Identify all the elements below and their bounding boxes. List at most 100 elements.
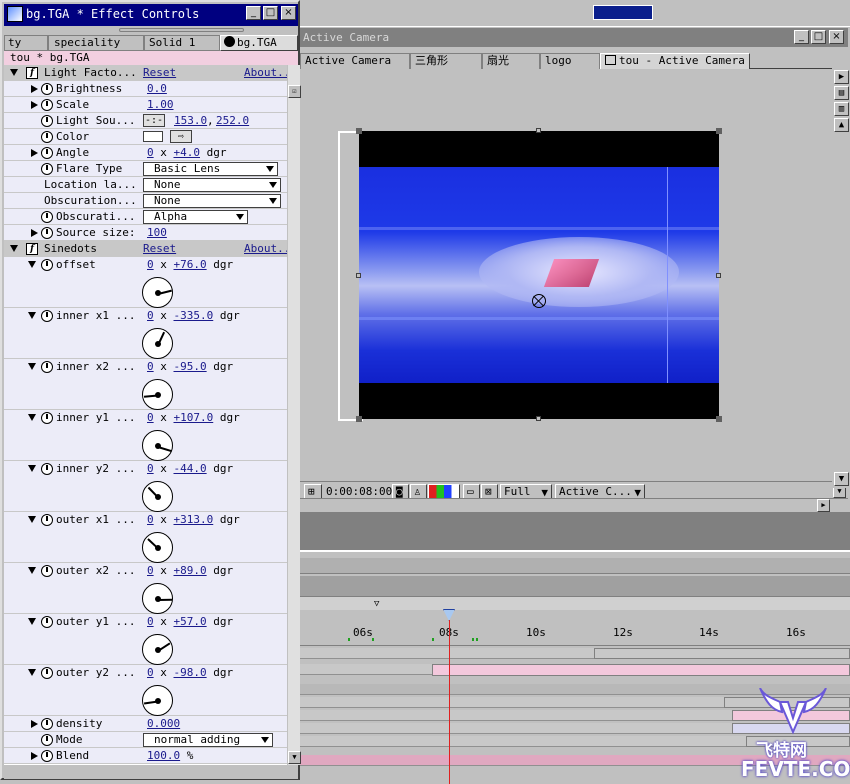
- layer-bar[interactable]: [594, 648, 850, 659]
- panel-menu-icon[interactable]: ▶: [834, 70, 849, 84]
- scroll-up-button[interactable]: ▲: [834, 118, 849, 132]
- composition-title-bar[interactable]: Active Camera _ □ ×: [300, 28, 848, 47]
- minimize-button[interactable]: _: [794, 30, 809, 44]
- layer-handle[interactable]: [716, 273, 721, 278]
- param-location-layer[interactable]: Location la... None: [4, 177, 287, 193]
- layer-handle[interactable]: [716, 416, 722, 422]
- transparency-grid-icon[interactable]: ⊠: [481, 484, 498, 499]
- tab-fan-light[interactable]: 扇光: [482, 53, 540, 69]
- angle-dial[interactable]: [142, 481, 173, 512]
- collapse-triangle-icon[interactable]: [28, 516, 36, 523]
- param-value[interactable]: 0.0: [147, 81, 167, 96]
- close-button[interactable]: ×: [281, 6, 296, 20]
- param-sinedots-angle[interactable]: outer y1 ... 0 x +57.0 dgr: [4, 614, 287, 665]
- tab-bg-tga[interactable]: bg.TGA: [220, 35, 298, 51]
- work-area-start-icon[interactable]: ▽: [374, 599, 379, 609]
- layer-handle[interactable]: [356, 273, 361, 278]
- param-value[interactable]: 1.00: [147, 97, 174, 112]
- layer-handle[interactable]: [536, 416, 541, 421]
- point-crosshair-icon[interactable]: -:-: [143, 114, 165, 127]
- angle-dial[interactable]: [142, 379, 173, 410]
- viewer-hscroll[interactable]: ▶: [300, 498, 848, 512]
- show-snapshot-icon[interactable]: ♙: [410, 484, 427, 499]
- expand-triangle-icon[interactable]: [31, 752, 38, 760]
- scroll-down-button[interactable]: ▼: [834, 472, 849, 486]
- param-density[interactable]: density 0.000: [4, 716, 287, 732]
- param-value[interactable]: 100.0 %: [147, 748, 193, 763]
- collapse-triangle-icon[interactable]: [28, 669, 36, 676]
- layer-row[interactable]: [300, 664, 850, 676]
- param-source-size[interactable]: Source size: 100: [4, 225, 287, 241]
- param-value-y[interactable]: 252.0: [216, 113, 249, 128]
- param-value-x[interactable]: 153.0: [174, 113, 207, 128]
- stopwatch-icon[interactable]: [41, 147, 53, 159]
- angle-dial[interactable]: [142, 277, 173, 308]
- safe-zones-icon[interactable]: ⊞: [304, 484, 322, 499]
- param-sinedots-angle[interactable]: inner x2 ... 0 x -95.0 dgr: [4, 359, 287, 410]
- stopwatch-icon[interactable]: [41, 667, 53, 679]
- tab-active-camera[interactable]: Active Camera: [300, 53, 410, 69]
- expand-triangle-icon[interactable]: [31, 720, 38, 728]
- close-button[interactable]: ×: [829, 30, 844, 44]
- stopwatch-icon[interactable]: [41, 227, 53, 239]
- maximize-button[interactable]: □: [263, 6, 278, 20]
- param-value[interactable]: 0 x +76.0 dgr: [147, 257, 233, 272]
- stopwatch-icon[interactable]: [41, 211, 53, 223]
- collapse-triangle-icon[interactable]: [28, 261, 36, 268]
- camera-snapshot-icon[interactable]: ◙: [392, 484, 409, 499]
- layer-handle[interactable]: [716, 128, 722, 134]
- color-swatch[interactable]: [143, 131, 163, 142]
- param-value[interactable]: 0 x +107.0 dgr: [147, 410, 240, 425]
- param-blend[interactable]: Blend 100.0 %: [4, 748, 287, 764]
- scroll-down-button[interactable]: ▼: [288, 751, 301, 764]
- tab-logo[interactable]: logo: [540, 53, 600, 69]
- param-sinedots-angle[interactable]: outer x1 ... 0 x +313.0 dgr: [4, 512, 287, 563]
- effect-sinedots[interactable]: f Sinedots Reset About...: [4, 241, 287, 257]
- panel-grid-icon[interactable]: ▥: [834, 102, 849, 116]
- stopwatch-icon[interactable]: [41, 163, 53, 175]
- param-value[interactable]: 0 x -335.0 dgr: [147, 308, 240, 323]
- stopwatch-icon[interactable]: [41, 361, 53, 373]
- layer-bar[interactable]: [432, 664, 850, 676]
- location-layer-dropdown[interactable]: None: [143, 178, 281, 192]
- stopwatch-icon[interactable]: [41, 463, 53, 475]
- reset-link[interactable]: Reset: [143, 65, 176, 80]
- collapse-triangle-icon[interactable]: [10, 69, 18, 76]
- stopwatch-icon[interactable]: [41, 412, 53, 424]
- collapse-triangle-icon[interactable]: [28, 618, 36, 625]
- composition-viewer[interactable]: [302, 71, 830, 481]
- layer-handle[interactable]: [536, 128, 541, 133]
- stopwatch-icon[interactable]: [41, 514, 53, 526]
- eyedropper-icon[interactable]: ⇨: [170, 130, 192, 143]
- expand-triangle-icon[interactable]: [31, 149, 38, 157]
- tab-tou-active-camera[interactable]: tou - Active Camera: [600, 53, 750, 69]
- flare-type-dropdown[interactable]: Basic Lens: [143, 162, 278, 176]
- channels-icon[interactable]: [428, 484, 460, 499]
- angle-dial[interactable]: [142, 685, 173, 716]
- expand-triangle-icon[interactable]: [31, 85, 38, 93]
- angle-dial[interactable]: [142, 328, 173, 359]
- stopwatch-icon[interactable]: [41, 99, 53, 111]
- angle-dial[interactable]: [142, 532, 173, 563]
- effect-controls-scrollbar[interactable]: ☑ ▼: [287, 65, 301, 765]
- effect-toggle-icon[interactable]: f: [26, 67, 38, 79]
- panel-option-icon[interactable]: ☑: [288, 85, 301, 98]
- stopwatch-icon[interactable]: [41, 750, 53, 762]
- param-scale[interactable]: Scale 1.00: [4, 97, 287, 113]
- maximize-button[interactable]: □: [811, 30, 826, 44]
- collapse-triangle-icon[interactable]: [28, 363, 36, 370]
- param-sinedots-angle[interactable]: inner y2 ... 0 x -44.0 dgr: [4, 461, 287, 512]
- timecode-display[interactable]: 0:00:08:00: [326, 485, 392, 498]
- light-source-crosshair-icon[interactable]: [532, 294, 546, 308]
- tab-speciality[interactable]: speciality: [48, 35, 144, 51]
- stopwatch-icon[interactable]: [41, 259, 53, 271]
- param-sinedots-angle[interactable]: inner y1 ... 0 x +107.0 dgr: [4, 410, 287, 461]
- expand-triangle-icon[interactable]: [31, 229, 38, 237]
- param-value[interactable]: 0 x -95.0 dgr: [147, 359, 233, 374]
- expand-triangle-icon[interactable]: [31, 101, 38, 109]
- angle-dial[interactable]: [142, 430, 173, 461]
- param-flare-type[interactable]: Flare Type Basic Lens: [4, 161, 287, 177]
- param-angle[interactable]: Angle 0 x +4.0 dgr: [4, 145, 287, 161]
- scroll-right-button[interactable]: ▶: [817, 499, 830, 512]
- param-sinedots-angle[interactable]: inner x1 ... 0 x -335.0 dgr: [4, 308, 287, 359]
